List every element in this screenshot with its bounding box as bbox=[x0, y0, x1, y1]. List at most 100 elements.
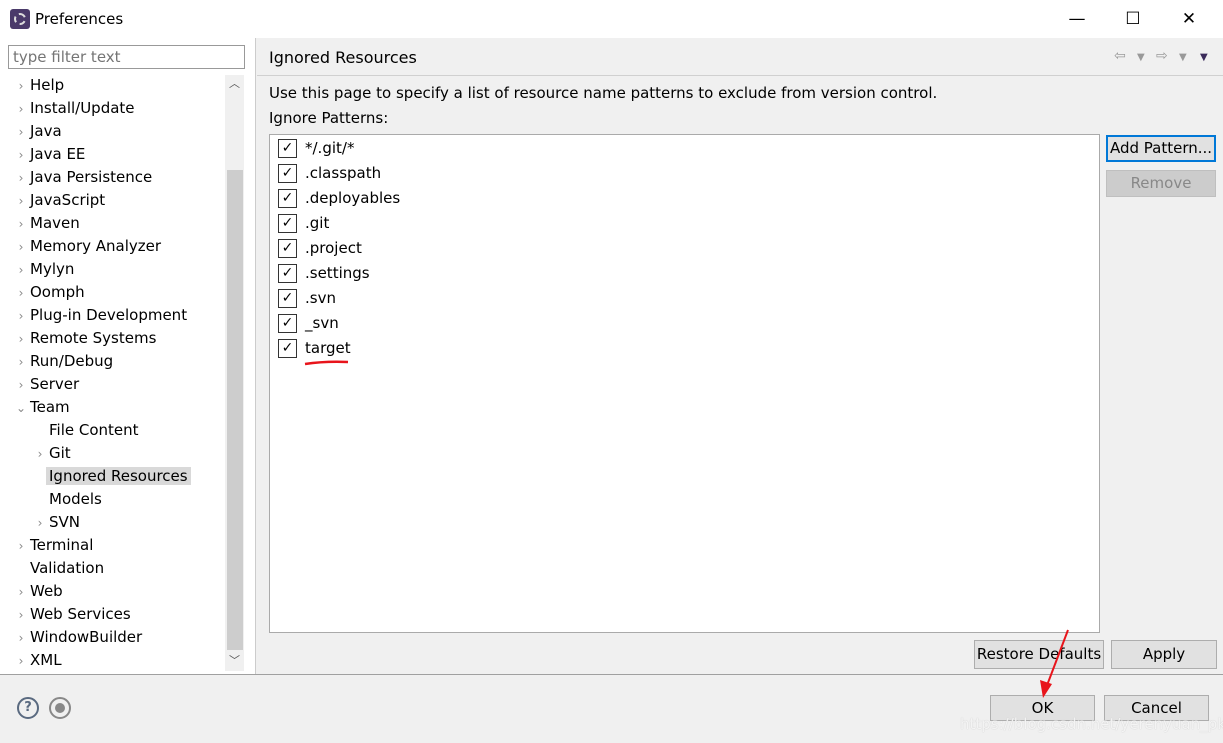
chevron-down-icon[interactable]: ⌄ bbox=[12, 397, 30, 419]
chevron-right-icon[interactable]: › bbox=[12, 236, 30, 258]
pattern-row[interactable]: ✓ .svn bbox=[278, 287, 336, 309]
scroll-down-icon[interactable]: ﹀ bbox=[225, 652, 244, 670]
pattern-row[interactable]: ✓ .settings bbox=[278, 262, 370, 284]
chevron-right-icon[interactable]: › bbox=[12, 535, 30, 557]
tree-item[interactable]: › Maven bbox=[12, 212, 80, 234]
tree-item[interactable]: › Remote Systems bbox=[12, 327, 157, 350]
tree-item-label: Terminal bbox=[30, 536, 94, 554]
tree-item[interactable]: › Terminal bbox=[12, 534, 94, 557]
tree-item-label: Maven bbox=[30, 214, 80, 232]
chevron-right-icon[interactable]: › bbox=[12, 604, 30, 626]
help-icon[interactable]: ? bbox=[17, 697, 39, 719]
remove-button[interactable]: Remove bbox=[1106, 170, 1216, 197]
tree-item[interactable]: › Java bbox=[12, 120, 62, 142]
tree-item[interactable]: › Server bbox=[12, 373, 80, 396]
tree-item[interactable]: › Run/Debug bbox=[12, 350, 114, 373]
chevron-right-icon[interactable]: › bbox=[12, 328, 30, 350]
pattern-checkbox[interactable]: ✓ bbox=[278, 139, 297, 158]
tree-item[interactable]: Models bbox=[31, 488, 102, 510]
pattern-row[interactable]: ✓ .classpath bbox=[278, 162, 381, 184]
tree-item[interactable]: › Oomph bbox=[12, 281, 85, 303]
close-button[interactable]: ✕ bbox=[1166, 0, 1212, 38]
scroll-up-icon[interactable]: ︿ bbox=[225, 75, 244, 93]
pattern-name: _svn bbox=[305, 314, 339, 332]
pattern-checkbox[interactable]: ✓ bbox=[278, 339, 297, 358]
tree-item[interactable]: › Help bbox=[12, 74, 65, 97]
tree-item[interactable]: File Content bbox=[31, 419, 139, 441]
forward-arrow-icon[interactable]: ⇨ bbox=[1156, 48, 1168, 64]
tree-item[interactable]: › JavaScript bbox=[12, 189, 106, 212]
tree-item[interactable]: › Web Services bbox=[12, 603, 131, 625]
pattern-row[interactable]: ✓ .project bbox=[278, 237, 362, 259]
chevron-right-icon[interactable]: › bbox=[12, 305, 30, 327]
tree-item-label: Ignored Resources bbox=[46, 467, 191, 485]
chevron-right-icon[interactable]: › bbox=[12, 259, 30, 281]
pattern-checkbox[interactable]: ✓ bbox=[278, 314, 297, 333]
maximize-button[interactable]: ☐ bbox=[1110, 0, 1156, 38]
apply-button[interactable]: Apply bbox=[1111, 640, 1217, 669]
tree-item[interactable]: › Java Persistence bbox=[12, 166, 153, 189]
tree-item[interactable]: ⌄ Team bbox=[12, 396, 70, 418]
tree-item-label: Oomph bbox=[30, 283, 85, 301]
minimize-button[interactable]: — bbox=[1054, 0, 1100, 38]
pattern-checkbox[interactable]: ✓ bbox=[278, 239, 297, 258]
tree-item[interactable]: › Mylyn bbox=[12, 258, 75, 281]
restore-defaults-button[interactable]: Restore Defaults bbox=[974, 640, 1104, 669]
tree-item[interactable]: › Java EE bbox=[12, 143, 86, 166]
chevron-right-icon[interactable]: › bbox=[12, 374, 30, 396]
back-arrow-icon[interactable]: ⇦ bbox=[1114, 48, 1126, 64]
back-menu-icon[interactable]: ▼ bbox=[1137, 52, 1145, 63]
tree-item[interactable]: › SVN bbox=[31, 511, 80, 533]
import-export-icon[interactable] bbox=[49, 697, 71, 719]
chevron-right-icon[interactable]: › bbox=[12, 167, 30, 189]
pattern-row[interactable]: ✓ */.git/* bbox=[278, 137, 354, 159]
chevron-right-icon[interactable]: › bbox=[12, 351, 30, 373]
tree-item[interactable]: Validation bbox=[12, 557, 104, 579]
view-menu-icon[interactable]: ▼ bbox=[1200, 52, 1208, 63]
chevron-right-icon[interactable]: › bbox=[12, 282, 30, 304]
chevron-right-icon[interactable]: › bbox=[31, 512, 49, 534]
pattern-row[interactable]: ✓ _svn bbox=[278, 312, 339, 334]
chevron-right-icon[interactable]: › bbox=[12, 190, 30, 212]
pattern-row[interactable]: ✓ .deployables bbox=[278, 187, 400, 209]
page-description: Use this page to specify a list of resou… bbox=[269, 84, 938, 102]
window-title: Preferences bbox=[35, 10, 124, 28]
pattern-checkbox[interactable]: ✓ bbox=[278, 164, 297, 183]
tree-item-label: WindowBuilder bbox=[30, 628, 143, 646]
chevron-right-icon[interactable]: › bbox=[12, 98, 30, 120]
forward-menu-icon[interactable]: ▼ bbox=[1179, 52, 1187, 63]
tree-item-label: Web bbox=[30, 582, 63, 600]
add-pattern-button[interactable]: Add Pattern... bbox=[1106, 135, 1216, 162]
tree-scrollbar-thumb[interactable] bbox=[227, 170, 243, 650]
filter-input[interactable] bbox=[8, 45, 245, 69]
tree-item[interactable]: › WindowBuilder bbox=[12, 626, 143, 649]
chevron-right-icon[interactable]: › bbox=[12, 627, 30, 649]
tree-item[interactable]: › Install/Update bbox=[12, 97, 135, 119]
pattern-row[interactable]: ✓ target bbox=[278, 337, 351, 359]
tree-item[interactable]: › Plug-in Development bbox=[12, 304, 187, 326]
tree-item[interactable]: › Web bbox=[12, 580, 63, 602]
pattern-name: .svn bbox=[305, 289, 336, 307]
tree-item-label: Java bbox=[30, 122, 62, 140]
tree-item[interactable]: › Git bbox=[31, 442, 71, 464]
chevron-right-icon[interactable]: › bbox=[31, 443, 49, 465]
chevron-right-icon[interactable]: › bbox=[12, 581, 30, 603]
ignore-patterns-list[interactable]: ✓ */.git/* ✓ .classpath ✓ .deployables ✓ .git ✓.… bbox=[269, 134, 1100, 633]
pattern-checkbox[interactable]: ✓ bbox=[278, 289, 297, 308]
tree-item[interactable]: › XML bbox=[12, 649, 62, 671]
tree-item[interactable]: › Memory Analyzer bbox=[12, 235, 161, 257]
chevron-right-icon[interactable]: › bbox=[12, 650, 30, 672]
chevron-right-icon[interactable]: › bbox=[12, 75, 30, 97]
tree-item-label: JavaScript bbox=[30, 191, 106, 209]
pattern-checkbox[interactable]: ✓ bbox=[278, 189, 297, 208]
chevron-right-icon[interactable]: › bbox=[12, 144, 30, 166]
pattern-checkbox[interactable]: ✓ bbox=[278, 214, 297, 233]
tree-item[interactable]: Ignored Resources bbox=[31, 465, 191, 487]
pattern-row[interactable]: ✓ .git bbox=[278, 212, 329, 234]
tree-item-label: XML bbox=[30, 651, 62, 669]
tree-item-label: Team bbox=[30, 398, 70, 416]
tree-item-label: Java Persistence bbox=[30, 168, 153, 186]
pattern-checkbox[interactable]: ✓ bbox=[278, 264, 297, 283]
chevron-right-icon[interactable]: › bbox=[12, 121, 30, 143]
chevron-right-icon[interactable]: › bbox=[12, 213, 30, 235]
